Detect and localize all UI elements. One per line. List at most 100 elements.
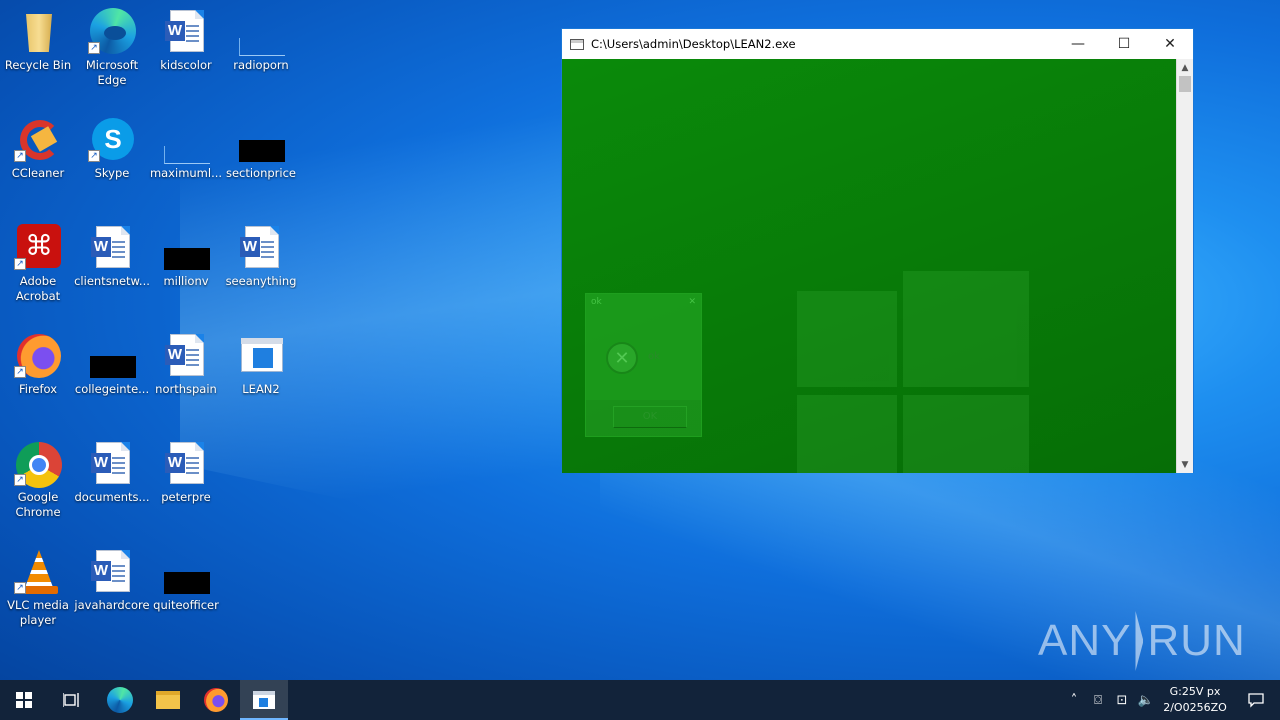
chevron-up-icon[interactable]: ˄ [1062, 693, 1086, 708]
desktop-icon-label: Microsoft Edge [85, 58, 139, 87]
start-button[interactable] [0, 680, 48, 720]
network-icon[interactable]: ⊡ [1110, 693, 1134, 708]
folder-icon [156, 691, 180, 709]
desktop-icon-collegeinte[interactable]: collegeinte... [74, 332, 150, 397]
word-doc-icon: W [88, 440, 136, 488]
app-exe-icon [237, 332, 285, 380]
desktop-icon-label: CCleaner [11, 166, 65, 180]
desktop-icon-quiteofficer[interactable]: quiteofficer [148, 548, 224, 613]
taskbar-file-explorer-button[interactable] [144, 680, 192, 720]
watermark-play-icon [1135, 611, 1144, 671]
minimize-button[interactable]: — [1055, 29, 1101, 59]
desktop-icon-javahardcore[interactable]: W javahardcore [74, 548, 150, 613]
chrome-icon: ↗ [14, 440, 62, 488]
desktop-icon-lean2[interactable]: LEAN2 [223, 332, 299, 397]
scroll-down-icon[interactable]: ▼ [1177, 456, 1193, 473]
ccleaner-icon: ↗ [14, 116, 62, 164]
desktop-icon-label: radioporn [233, 58, 289, 72]
desktop-icon-label: clientsnetw... [74, 274, 150, 288]
ok-button[interactable]: OK [613, 406, 687, 428]
desktop-icon-sectionprice[interactable]: sectionprice [223, 116, 299, 181]
notification-button[interactable] [1232, 692, 1280, 708]
task-view-button[interactable] [48, 680, 96, 720]
desktop-icon-microsoft-edge[interactable]: ↗ Microsoft Edge [74, 8, 150, 88]
scroll-thumb[interactable] [1179, 76, 1191, 92]
shortcut-arrow-icon: ↗ [14, 474, 26, 486]
desktop-icon-label: northspain [155, 382, 217, 396]
desktop-icon-northspain[interactable]: W northspain [148, 332, 224, 397]
desktop-icon-skype[interactable]: S ↗ Skype [74, 116, 150, 181]
word-doc-icon: W [88, 224, 136, 272]
word-doc-icon: W [88, 548, 136, 596]
desktop-icon-recycle-bin[interactable]: Recycle Bin [0, 8, 76, 73]
window-app-icon [570, 38, 584, 50]
edge-icon: ↗ [88, 8, 136, 56]
taskbar-lean2-button[interactable] [240, 680, 288, 720]
vertical-scrollbar[interactable]: ▲ ▼ [1176, 59, 1193, 473]
desktop-icon-label: sectionprice [225, 166, 297, 180]
desktop-icon-radioporn[interactable]: radioporn [223, 8, 299, 73]
desktop-icon-label: Google Chrome [15, 490, 61, 519]
taskbar-firefox-button[interactable] [192, 680, 240, 720]
error-icon: ✕ [606, 342, 638, 374]
lean2-window[interactable]: C:\Users\admin\Desktop\LEAN2.exe — ☐ ✕ o… [561, 28, 1194, 473]
taskbar-edge-button[interactable] [96, 680, 144, 720]
skype-icon: S ↗ [88, 116, 136, 164]
desktop-icon-label: Firefox [18, 382, 58, 396]
maximize-button[interactable]: ☐ [1101, 29, 1147, 59]
desktop-icon-kidscolor[interactable]: W kidscolor [148, 8, 224, 73]
desktop-icon-label: Adobe Acrobat [15, 274, 61, 303]
desktop-icon-millionv[interactable]: millionv [148, 224, 224, 289]
firefox-icon [204, 688, 228, 712]
scroll-up-icon[interactable]: ▲ [1177, 59, 1193, 76]
window-titlebar[interactable]: C:\Users\admin\Desktop\LEAN2.exe — ☐ ✕ [562, 29, 1193, 59]
black-file-icon [162, 548, 210, 596]
desktop-icon-google-chrome[interactable]: ↗ Google Chrome [0, 440, 76, 520]
desktop-icon-label: documents... [74, 490, 150, 504]
desktop-icon-peterpre[interactable]: W peterpre [148, 440, 224, 505]
word-doc-icon: W [162, 8, 210, 56]
acrobat-icon: ⌘ ↗ [14, 224, 62, 272]
desktop-icon-label: seeanything [225, 274, 297, 288]
message-box-footer: OK [586, 400, 701, 436]
desktop-icon-maximuml[interactable]: maximuml... [148, 116, 224, 181]
system-tray: ˄ ⌼ ⊡ 🔈 G:25V px 2/O0256ZO [1062, 680, 1280, 720]
firefox-icon: ↗ [14, 332, 62, 380]
app-exe-icon [253, 691, 275, 709]
taskbar: ˄ ⌼ ⊡ 🔈 G:25V px 2/O0256ZO [0, 680, 1280, 720]
shortcut-arrow-icon: ↗ [14, 366, 26, 378]
desktop-icon-documents[interactable]: W documents... [74, 440, 150, 505]
shortcut-arrow-icon: ↗ [88, 150, 100, 162]
volume-icon[interactable]: 🔈 [1134, 693, 1158, 708]
edge-icon [107, 687, 133, 713]
desktop-icon-ccleaner[interactable]: ↗ CCleaner [0, 116, 76, 181]
window-client-area: ok ✕ ✕ ok OK [562, 59, 1176, 473]
close-button[interactable]: ✕ [1147, 29, 1193, 59]
desktop-icon-label: kidscolor [160, 58, 212, 72]
desktop-icon-vlc[interactable]: ↗ VLC media player [0, 548, 76, 628]
vlc-icon: ↗ [14, 548, 62, 596]
desktop-icon-clientsnetw[interactable]: W clientsnetw... [74, 224, 150, 289]
watermark-text-left: ANY [1038, 616, 1132, 665]
shortcut-arrow-icon: ↗ [14, 582, 26, 594]
black-file-icon [162, 224, 210, 272]
desktop-icon-label: VLC media player [7, 598, 69, 627]
watermark-text-right: RUN [1147, 616, 1246, 665]
desktop-icon-label: millionv [163, 274, 209, 288]
desktop-icon-label: LEAN2 [242, 382, 280, 396]
desktop-icon-label: collegeinte... [74, 382, 150, 396]
desktop-icon-firefox[interactable]: ↗ Firefox [0, 332, 76, 397]
desktop-icon-label: javahardcore [74, 598, 150, 612]
desktop-icon-adobe-acrobat[interactable]: ⌘ ↗ Adobe Acrobat [0, 224, 76, 304]
blank-file-icon [162, 116, 210, 164]
window-title: C:\Users\admin\Desktop\LEAN2.exe [591, 37, 796, 51]
clock-date: 2/O0256ZO [1163, 701, 1227, 714]
meet-now-icon[interactable]: ⌼ [1086, 693, 1110, 708]
clock[interactable]: G:25V px 2/O0256ZO [1158, 684, 1232, 716]
black-file-icon [237, 116, 285, 164]
word-doc-icon: W [162, 440, 210, 488]
notification-icon [1248, 693, 1264, 708]
message-box-close-icon: ✕ [688, 297, 696, 307]
desktop-icon-seeanything[interactable]: W seeanything [223, 224, 299, 289]
clock-time: G:25V px [1169, 685, 1221, 698]
